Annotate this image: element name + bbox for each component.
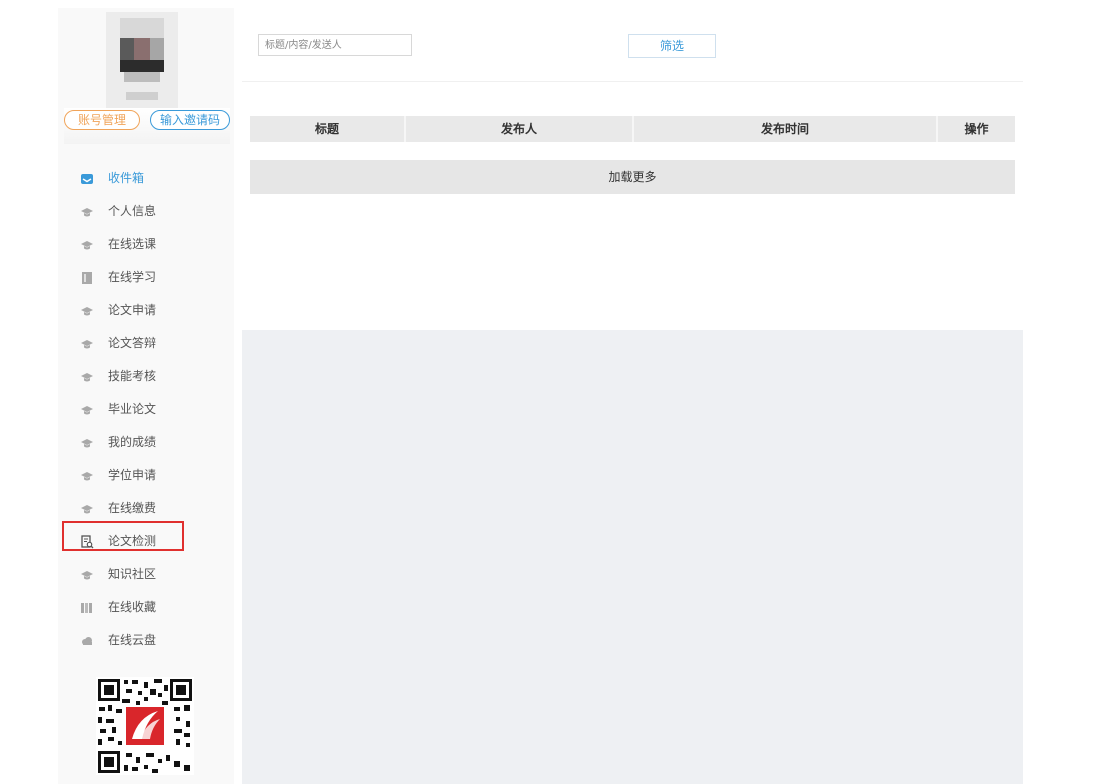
sidebar-item-thesis-application[interactable]: 论文申请 — [58, 294, 234, 327]
sidebar: 账号管理 输入邀请码 收件箱 个人信息 在线选课 在线学习 论文申请 论文答辩 — [58, 8, 234, 784]
qr-code — [96, 677, 194, 775]
cloud-icon — [80, 634, 94, 648]
sidebar-item-graduation-thesis[interactable]: 毕业论文 — [58, 393, 234, 426]
sidebar-item-course-selection[interactable]: 在线选课 — [58, 228, 234, 261]
graduation-cap-icon — [80, 370, 94, 384]
sidebar-item-label: 在线选课 — [108, 237, 157, 251]
column-header-actions: 操作 — [964, 122, 989, 136]
account-management-button[interactable]: 账号管理 — [64, 110, 140, 130]
column-header-publisher: 发布人 — [406, 116, 634, 142]
highlight-box — [62, 521, 184, 551]
sidebar-item-label: 学位申请 — [108, 468, 157, 482]
book-icon — [80, 271, 94, 285]
sidebar-item-label: 论文申请 — [108, 303, 157, 317]
sidebar-item-label: 技能考核 — [108, 369, 157, 383]
column-header-title: 标题 — [250, 116, 406, 142]
graduation-cap-icon — [80, 502, 94, 516]
graduation-cap-icon — [80, 304, 94, 318]
sidebar-item-personal-info[interactable]: 个人信息 — [58, 195, 234, 228]
search-input[interactable] — [258, 34, 412, 56]
sidebar-item-label: 在线学习 — [108, 270, 157, 284]
sidebar-item-my-grades[interactable]: 我的成绩 — [58, 426, 234, 459]
graduation-cap-icon — [80, 436, 94, 450]
books-icon — [80, 601, 94, 615]
graduation-cap-icon — [80, 205, 94, 219]
sidebar-item-knowledge-community[interactable]: 知识社区 — [58, 558, 234, 591]
inbox-icon — [80, 172, 94, 186]
enter-invite-code-button[interactable]: 输入邀请码 — [150, 110, 230, 130]
sidebar-item-label: 在线缴费 — [108, 501, 157, 515]
sidebar-item-skill-assessment[interactable]: 技能考核 — [58, 360, 234, 393]
load-more-button[interactable]: 加载更多 — [250, 160, 1015, 194]
sidebar-item-online-study[interactable]: 在线学习 — [58, 261, 234, 294]
sidebar-item-label: 在线收藏 — [108, 600, 157, 614]
sidebar-item-cloud-drive[interactable]: 在线云盘 — [58, 624, 234, 657]
sidebar-nav: 收件箱 个人信息 在线选课 在线学习 论文申请 论文答辩 技能考核 毕业论文 我… — [58, 162, 234, 657]
avatar[interactable] — [106, 12, 178, 108]
graduation-cap-icon — [80, 337, 94, 351]
filter-button[interactable]: 筛选 — [628, 34, 716, 58]
sidebar-item-label: 在线云盘 — [108, 633, 157, 647]
sidebar-item-inbox[interactable]: 收件箱 — [58, 162, 234, 195]
sidebar-item-label: 毕业论文 — [108, 402, 157, 416]
main-content: 筛选 标题 发布人 发布时间 操作 加载更多 — [242, 8, 1023, 784]
sidebar-item-label: 我的成绩 — [108, 435, 157, 449]
graduation-cap-icon — [80, 568, 94, 582]
column-header-publish-time: 发布时间 — [634, 116, 938, 142]
table-header: 标题 发布人 发布时间 操作 — [250, 116, 1015, 142]
sidebar-item-label: 收件箱 — [108, 171, 145, 185]
graduation-cap-icon — [80, 403, 94, 417]
divider — [242, 81, 1023, 82]
message-panel: 筛选 标题 发布人 发布时间 操作 加载更多 — [242, 8, 1023, 330]
sidebar-item-label: 个人信息 — [108, 204, 157, 218]
sidebar-item-degree-application[interactable]: 学位申请 — [58, 459, 234, 492]
graduation-cap-icon — [80, 238, 94, 252]
sidebar-item-label: 知识社区 — [108, 567, 157, 581]
sidebar-item-label: 论文答辩 — [108, 336, 157, 350]
graduation-cap-icon — [80, 469, 94, 483]
sidebar-item-online-favorites[interactable]: 在线收藏 — [58, 591, 234, 624]
sidebar-item-thesis-defense[interactable]: 论文答辩 — [58, 327, 234, 360]
